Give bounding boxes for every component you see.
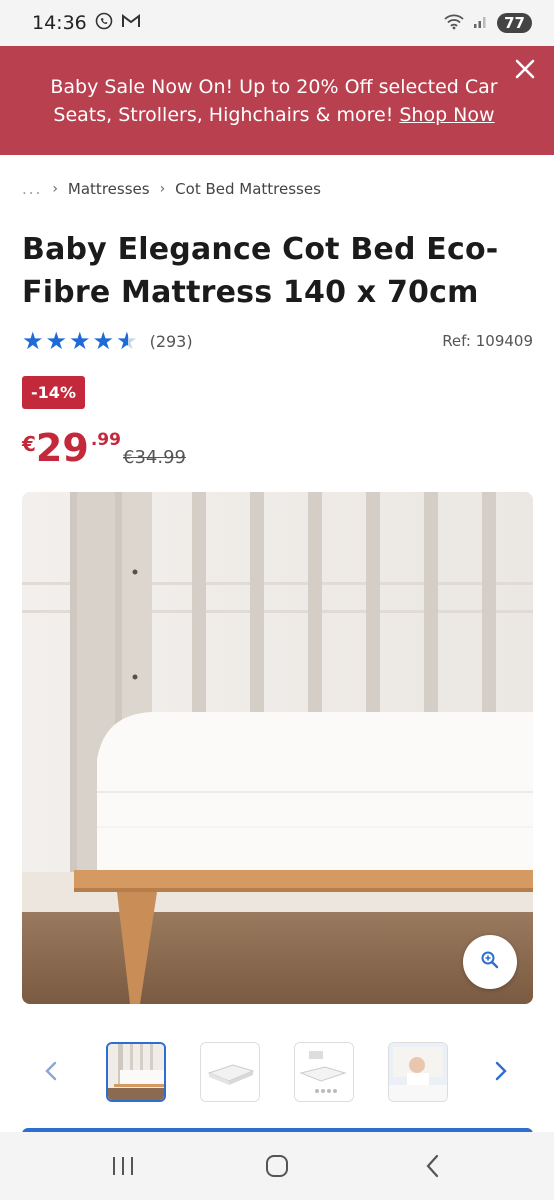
thumbnail-1[interactable] bbox=[106, 1042, 166, 1102]
star-icon: ★ bbox=[22, 327, 44, 355]
chevron-right-icon[interactable] bbox=[486, 1056, 516, 1086]
status-left: 14:36 bbox=[32, 12, 141, 35]
chevron-right-icon: › bbox=[52, 181, 58, 197]
zoom-in-icon bbox=[480, 950, 500, 974]
whatsapp-icon bbox=[95, 12, 113, 35]
status-right: 77 bbox=[443, 12, 532, 34]
star-icon: ★ bbox=[69, 327, 91, 355]
breadcrumb: ... › Mattresses › Cot Bed Mattresses bbox=[22, 180, 321, 198]
status-time: 14:36 bbox=[32, 12, 87, 34]
thumbnail-4[interactable] bbox=[388, 1042, 448, 1102]
rating-row: ★ ★ ★ ★ ★ (293) Ref: 109409 bbox=[22, 328, 533, 354]
thumbnail-carousel bbox=[0, 1040, 554, 1104]
chevron-right-icon: › bbox=[159, 181, 166, 197]
product-title: Baby Elegance Cot Bed Eco-Fibre Mattress… bbox=[22, 232, 499, 310]
breadcrumb-item-cot-bed-mattresses[interactable]: Cot Bed Mattresses bbox=[175, 180, 321, 198]
discount-badge: -14% bbox=[22, 376, 85, 409]
review-count[interactable]: (293) bbox=[150, 332, 193, 351]
price-cents: .99 bbox=[90, 430, 121, 450]
chevron-left-icon[interactable] bbox=[36, 1056, 66, 1086]
price-whole: 29 bbox=[35, 426, 89, 470]
star-icon: ★ bbox=[92, 327, 115, 355]
zoom-in-button[interactable] bbox=[463, 935, 517, 989]
home-icon[interactable] bbox=[252, 1146, 302, 1186]
gmail-icon bbox=[121, 13, 141, 34]
current-price: € 29 .99 bbox=[22, 428, 121, 468]
close-icon[interactable] bbox=[510, 56, 540, 86]
breadcrumb-item-mattresses[interactable]: Mattresses bbox=[68, 180, 150, 198]
back-icon[interactable] bbox=[408, 1146, 458, 1186]
price-currency: € bbox=[22, 432, 36, 456]
battery-indicator: 77 bbox=[497, 13, 532, 33]
half-star-icon: ★ bbox=[116, 327, 138, 355]
breadcrumb-ellipsis[interactable]: ... bbox=[22, 180, 42, 198]
promo-text: Baby Sale Now On! Up to 20% Off selected… bbox=[44, 73, 504, 129]
recent-apps-icon[interactable] bbox=[98, 1146, 148, 1186]
status-bar: 14:36 77 bbox=[0, 0, 554, 46]
system-nav-bar bbox=[0, 1132, 554, 1200]
star-rating[interactable]: ★ ★ ★ ★ ★ (293) bbox=[22, 328, 193, 354]
star-icon: ★ bbox=[45, 327, 68, 355]
shop-now-link[interactable]: Shop Now bbox=[399, 104, 494, 126]
product-ref: Ref: 109409 bbox=[442, 332, 533, 350]
wifi-icon bbox=[443, 12, 465, 34]
thumbnail-3[interactable] bbox=[294, 1042, 354, 1102]
thumbnail-2[interactable] bbox=[200, 1042, 260, 1102]
signal-icon bbox=[473, 13, 489, 33]
product-image[interactable] bbox=[22, 492, 533, 1004]
promo-banner: Baby Sale Now On! Up to 20% Off selected… bbox=[0, 46, 554, 155]
old-price: €34.99 bbox=[123, 447, 186, 468]
